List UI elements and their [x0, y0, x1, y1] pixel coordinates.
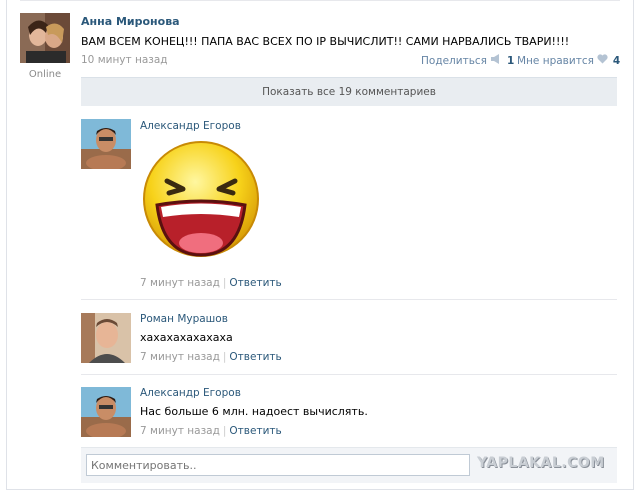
comment-text: Нас больше 6 млн. надоест вычислять.	[140, 405, 368, 418]
reply-link[interactable]: Ответить	[229, 277, 281, 289]
comment-meta: 7 минут назад | Ответить	[140, 351, 282, 363]
commenter-avatar[interactable]	[81, 387, 131, 437]
comment-author[interactable]: Роман Мурашов	[140, 313, 228, 325]
reply-link[interactable]: Ответить	[229, 351, 281, 363]
post-author-name[interactable]: Анна Миронова	[81, 15, 180, 28]
share-label: Поделиться	[421, 54, 487, 67]
commenter-avatar[interactable]	[81, 313, 131, 363]
comment-author[interactable]: Александр Егоров	[140, 387, 241, 399]
comment-author[interactable]: Александр Егоров	[140, 120, 241, 132]
like-button[interactable]: Мне нравится 4	[517, 54, 620, 67]
comment-item: Александр Егоров Нас больше 6 млн. надое…	[81, 387, 617, 447]
megaphone-icon	[490, 54, 502, 67]
share-button[interactable]: Поделиться 1	[421, 54, 514, 67]
post-author-avatar[interactable]	[20, 13, 70, 63]
heart-icon	[597, 54, 608, 67]
comment-divider	[81, 299, 617, 300]
comment-timestamp[interactable]: 7 минут назад	[140, 425, 220, 437]
comment-item: Александр Егоров 7 минут назад | Ответить	[81, 119, 617, 299]
comment-item: Роман Мурашов хахахахахахаха 7 минут наз…	[81, 313, 617, 373]
reply-link[interactable]: Ответить	[229, 425, 281, 437]
share-count: 1	[506, 54, 515, 67]
comment-meta: 7 минут назад | Ответить	[140, 425, 282, 437]
show-all-comments-button[interactable]: Показать все 19 комментариев	[81, 77, 617, 106]
online-status: Online	[28, 69, 62, 80]
comment-timestamp[interactable]: 7 минут назад	[140, 351, 220, 363]
laughing-smiley-icon	[141, 139, 261, 259]
watermark: YAPLAKAL.COM	[477, 455, 605, 471]
comment-divider	[81, 374, 617, 375]
like-count: 4	[612, 54, 621, 67]
comment-text: хахахахахахаха	[140, 331, 233, 344]
post-text: ВАМ ВСЕМ КОНЕЦ!!! ПАПА ВАС ВСЕХ ПО IP ВЫ…	[81, 35, 570, 48]
like-label: Мне нравится	[517, 54, 594, 67]
top-divider	[20, 0, 620, 1]
comment-input[interactable]	[86, 454, 470, 476]
comment-timestamp[interactable]: 7 минут назад	[140, 277, 220, 289]
post-timestamp[interactable]: 10 минут назад	[81, 54, 168, 66]
comment-meta: 7 минут назад | Ответить	[140, 277, 282, 289]
commenter-avatar[interactable]	[81, 119, 131, 169]
